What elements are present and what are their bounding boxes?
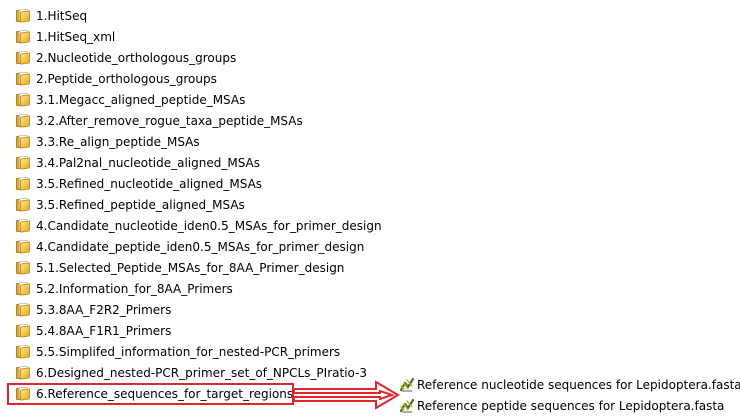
- folder-name: 5.2.Information_for_8AA_Primers: [36, 281, 233, 296]
- folder-name: 1.HitSeq: [36, 8, 88, 23]
- folder-icon: [16, 324, 30, 338]
- folder-name: 3.4.Pal2nal_nucleotide_aligned_MSAs: [36, 155, 261, 170]
- folder-item[interactable]: 3.5.Refined_peptide_aligned_MSAs: [16, 194, 382, 215]
- highlight-box: [7, 383, 294, 405]
- folder-icon: [16, 9, 30, 23]
- folder-item[interactable]: 2.Nucleotide_orthologous_groups: [16, 47, 382, 68]
- folder-name: 5.3.8AA_F2R2_Primers: [36, 302, 172, 317]
- folder-icon: [16, 261, 30, 275]
- folder-item[interactable]: 3.3.Re_align_peptide_MSAs: [16, 131, 382, 152]
- folder-item[interactable]: 4.Candidate_nucleotide_iden0.5_MSAs_for_…: [16, 215, 382, 236]
- folder-name: 1.HitSeq_xml: [36, 29, 116, 44]
- folder-icon: [16, 114, 30, 128]
- folder-item[interactable]: 5.1.Selected_Peptide_MSAs_for_8AA_Primer…: [16, 257, 382, 278]
- folder-name: 2.Nucleotide_orthologous_groups: [36, 50, 237, 65]
- folder-name: 3.3.Re_align_peptide_MSAs: [36, 134, 200, 149]
- fasta-file-icon: [399, 398, 415, 412]
- file-list: Reference nucleotide sequences for Lepid…: [399, 374, 740, 416]
- folder-icon: [16, 219, 30, 233]
- folder-item[interactable]: 5.2.Information_for_8AA_Primers: [16, 278, 382, 299]
- folder-icon: [16, 72, 30, 86]
- folder-name: 2.Peptide_orthologous_groups: [36, 71, 217, 86]
- folder-item[interactable]: 5.3.8AA_F2R2_Primers: [16, 299, 382, 320]
- folder-icon: [16, 135, 30, 149]
- file-name: Reference peptide sequences for Lepidopt…: [417, 398, 725, 413]
- folder-icon: [16, 30, 30, 44]
- folder-name: 5.1.Selected_Peptide_MSAs_for_8AA_Primer…: [36, 260, 345, 275]
- folder-item[interactable]: 3.2.After_remove_rogue_taxa_peptide_MSAs: [16, 110, 382, 131]
- folder-item[interactable]: 3.1.Megacc_aligned_peptide_MSAs: [16, 89, 382, 110]
- folder-name: 3.5.Refined_nucleotide_aligned_MSAs: [36, 176, 263, 191]
- folder-icon: [16, 240, 30, 254]
- folder-item[interactable]: 3.4.Pal2nal_nucleotide_aligned_MSAs: [16, 152, 382, 173]
- folder-name: 4.Candidate_nucleotide_iden0.5_MSAs_for_…: [36, 218, 382, 233]
- folder-item[interactable]: 2.Peptide_orthologous_groups: [16, 68, 382, 89]
- folder-item[interactable]: 5.4.8AA_F1R1_Primers: [16, 320, 382, 341]
- folder-name: 6.Designed_nested-PCR_primer_set_of_NPCL…: [36, 365, 368, 380]
- folder-icon: [16, 366, 30, 380]
- folder-name: 5.5.Simplifed_information_for_nested-PCR…: [36, 344, 341, 359]
- folder-name: 4.Candidate_peptide_iden0.5_MSAs_for_pri…: [36, 239, 365, 254]
- folder-icon: [16, 51, 30, 65]
- folder-item[interactable]: 1.HitSeq: [16, 5, 382, 26]
- file-item[interactable]: Reference peptide sequences for Lepidopt…: [399, 395, 740, 416]
- folder-item[interactable]: 1.HitSeq_xml: [16, 26, 382, 47]
- folder-icon: [16, 198, 30, 212]
- fasta-file-icon: [399, 377, 415, 391]
- folder-item[interactable]: 3.5.Refined_nucleotide_aligned_MSAs: [16, 173, 382, 194]
- arrow-icon: [293, 380, 400, 410]
- folder-icon: [16, 156, 30, 170]
- folder-icon: [16, 303, 30, 317]
- folder-name: 3.5.Refined_peptide_aligned_MSAs: [36, 197, 245, 212]
- folder-name: 3.1.Megacc_aligned_peptide_MSAs: [36, 92, 246, 107]
- folder-list: 1.HitSeq 1.HitSeq_xml 2.Nucleotide_ortho…: [16, 5, 382, 404]
- file-name: Reference nucleotide sequences for Lepid…: [417, 377, 740, 392]
- file-item[interactable]: Reference nucleotide sequences for Lepid…: [399, 374, 740, 395]
- folder-icon: [16, 93, 30, 107]
- folder-icon: [16, 177, 30, 191]
- folder-item[interactable]: 4.Candidate_peptide_iden0.5_MSAs_for_pri…: [16, 236, 382, 257]
- folder-icon: [16, 345, 30, 359]
- folder-icon: [16, 282, 30, 296]
- folder-item[interactable]: 5.5.Simplifed_information_for_nested-PCR…: [16, 341, 382, 362]
- folder-name: 5.4.8AA_F1R1_Primers: [36, 323, 172, 338]
- folder-name: 3.2.After_remove_rogue_taxa_peptide_MSAs: [36, 113, 303, 128]
